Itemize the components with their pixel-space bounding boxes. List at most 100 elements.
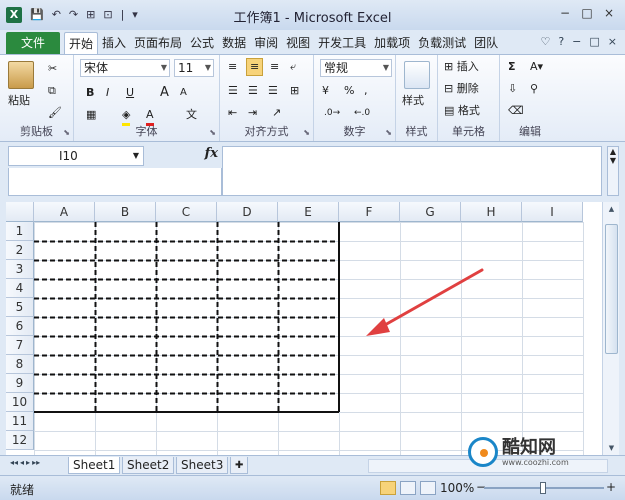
minimize-button[interactable]: − bbox=[555, 4, 575, 22]
insert-cells-button[interactable]: ⊞ 插入 bbox=[444, 59, 479, 75]
row-header-11[interactable]: 11 bbox=[6, 412, 34, 431]
row-header-3[interactable]: 3 bbox=[6, 260, 34, 279]
column-header-h[interactable]: H bbox=[461, 202, 522, 222]
tab-developer[interactable]: 开发工具 bbox=[314, 32, 370, 54]
column-header-f[interactable]: F bbox=[339, 202, 400, 222]
underline-button[interactable]: U bbox=[126, 85, 134, 101]
expand-formula-bar-icon[interactable]: ▲ ▼ bbox=[607, 146, 619, 196]
font-size-select[interactable]: 11 ▼ bbox=[174, 59, 214, 77]
decrease-decimal-icon[interactable]: ←.0 bbox=[354, 105, 370, 121]
align-top-icon[interactable]: ≡ bbox=[228, 59, 237, 75]
tab-team[interactable]: 团队 bbox=[470, 32, 502, 54]
autosum-icon[interactable]: Σ bbox=[508, 59, 516, 75]
doc-close-icon[interactable]: × bbox=[608, 35, 617, 48]
normal-view-icon[interactable] bbox=[380, 481, 396, 495]
next-sheet-icon[interactable]: ▸ bbox=[26, 458, 30, 467]
doc-minimize-icon[interactable]: − bbox=[572, 35, 581, 48]
help-icon[interactable]: ? bbox=[558, 35, 564, 48]
sheet-tab-sheet2[interactable]: Sheet2 bbox=[122, 457, 175, 474]
row-header-8[interactable]: 8 bbox=[6, 355, 34, 374]
merge-center-icon[interactable]: ⊞ bbox=[290, 83, 299, 99]
dialog-launcher-icon[interactable]: ⬊ bbox=[209, 128, 216, 137]
row-header-12[interactable]: 12 bbox=[6, 431, 34, 450]
align-left-icon[interactable]: ☰ bbox=[228, 83, 238, 99]
column-header-g[interactable]: G bbox=[400, 202, 461, 222]
phonetic-icon[interactable]: 文 bbox=[186, 107, 197, 123]
row-header-4[interactable]: 4 bbox=[6, 279, 34, 298]
shrink-font-button[interactable]: A bbox=[180, 85, 187, 101]
last-sheet-icon[interactable]: ▸▸ bbox=[32, 458, 40, 467]
wrap-text-icon[interactable]: ⤶ bbox=[290, 59, 296, 75]
doc-restore-icon[interactable]: □ bbox=[589, 35, 599, 48]
delete-cells-button[interactable]: ⊟ 删除 bbox=[444, 81, 479, 97]
dialog-launcher-icon[interactable]: ⬊ bbox=[63, 128, 70, 137]
formula-input[interactable] bbox=[222, 146, 602, 196]
zoom-slider[interactable] bbox=[484, 482, 604, 494]
scroll-thumb[interactable] bbox=[605, 224, 618, 354]
copy-icon[interactable]: ⧉ bbox=[48, 83, 56, 99]
sort-filter-icon[interactable]: A▾ bbox=[530, 59, 543, 75]
orientation-icon[interactable]: ↗ bbox=[272, 105, 281, 121]
increase-indent-icon[interactable]: ⇥ bbox=[248, 105, 257, 121]
column-header-a[interactable]: A bbox=[34, 202, 95, 222]
format-painter-icon[interactable]: 🖌 bbox=[48, 105, 62, 121]
tab-view[interactable]: 视图 bbox=[282, 32, 314, 54]
prev-sheet-icon[interactable]: ◂ bbox=[20, 458, 24, 467]
cut-icon[interactable]: ✂ bbox=[48, 61, 57, 77]
tab-page-layout[interactable]: 页面布局 bbox=[130, 32, 186, 54]
close-button[interactable]: × bbox=[599, 4, 619, 22]
percent-icon[interactable]: % bbox=[344, 83, 354, 99]
sheet-tab-sheet3[interactable]: Sheet3 bbox=[176, 457, 229, 474]
row-header-5[interactable]: 5 bbox=[6, 298, 34, 317]
align-middle-icon[interactable]: ≡ bbox=[246, 58, 264, 76]
styles-icon[interactable] bbox=[404, 61, 430, 89]
row-header-6[interactable]: 6 bbox=[6, 317, 34, 336]
styles-button[interactable]: 样式 bbox=[402, 93, 424, 109]
zoom-in-icon[interactable]: + bbox=[606, 480, 616, 494]
grow-font-button[interactable]: A bbox=[160, 85, 169, 101]
column-header-i[interactable]: I bbox=[522, 202, 583, 222]
worksheet-grid[interactable]: ABCDEFGHI 1 2 3 4 5 6 7 8 9 10 11 12 bbox=[6, 202, 602, 455]
insert-sheet-icon[interactable]: ✚ bbox=[230, 457, 249, 474]
comma-icon[interactable]: , bbox=[364, 83, 368, 99]
row-header-10[interactable]: 10 bbox=[6, 393, 34, 412]
tab-file[interactable]: 文件 bbox=[6, 32, 60, 54]
column-header-c[interactable]: C bbox=[156, 202, 217, 222]
increase-decimal-icon[interactable]: .0→ bbox=[324, 105, 340, 121]
select-all-corner[interactable] bbox=[6, 202, 34, 222]
find-select-icon[interactable]: ⚲ bbox=[530, 81, 538, 97]
zoom-level[interactable]: 100% bbox=[440, 481, 474, 495]
scroll-up-arrow[interactable]: ▲ bbox=[603, 202, 620, 216]
page-layout-view-icon[interactable] bbox=[400, 481, 416, 495]
decrease-indent-icon[interactable]: ⇤ bbox=[228, 105, 237, 121]
insert-function-icon[interactable]: fx bbox=[205, 146, 218, 161]
maximize-button[interactable]: □ bbox=[577, 4, 597, 22]
tab-home[interactable]: 开始 bbox=[64, 32, 99, 54]
bold-button[interactable]: B bbox=[86, 85, 94, 101]
borders-icon[interactable]: ▦ bbox=[86, 107, 96, 123]
align-bottom-icon[interactable]: ≡ bbox=[270, 59, 279, 75]
column-header-e[interactable]: E bbox=[278, 202, 339, 222]
tab-addins[interactable]: 加载项 bbox=[370, 32, 414, 54]
zoom-slider-knob[interactable] bbox=[540, 482, 546, 494]
column-header-d[interactable]: D bbox=[217, 202, 278, 222]
clear-icon[interactable]: ⌫ bbox=[508, 103, 524, 119]
align-center-icon[interactable]: ☰ bbox=[248, 83, 258, 99]
dialog-launcher-icon[interactable]: ⬊ bbox=[385, 128, 392, 137]
currency-icon[interactable]: ¥ bbox=[322, 83, 329, 99]
row-header-2[interactable]: 2 bbox=[6, 241, 34, 260]
tab-review[interactable]: 审阅 bbox=[250, 32, 282, 54]
format-cells-button[interactable]: ▤ 格式 bbox=[444, 103, 480, 119]
name-box[interactable]: I10 ▼ bbox=[8, 146, 144, 166]
row-header-1[interactable]: 1 bbox=[6, 222, 34, 241]
font-name-select[interactable]: 宋体 ▼ bbox=[80, 59, 170, 77]
italic-button[interactable]: I bbox=[106, 85, 109, 101]
dialog-launcher-icon[interactable]: ⬊ bbox=[303, 128, 310, 137]
favorite-icon[interactable]: ♡ bbox=[540, 35, 550, 48]
tab-formulas[interactable]: 公式 bbox=[186, 32, 218, 54]
tab-load-test[interactable]: 负载测试 bbox=[414, 32, 470, 54]
row-header-7[interactable]: 7 bbox=[6, 336, 34, 355]
tab-data[interactable]: 数据 bbox=[218, 32, 250, 54]
fill-icon[interactable]: ⇩ bbox=[508, 81, 517, 97]
scroll-down-arrow[interactable]: ▼ bbox=[603, 441, 620, 455]
